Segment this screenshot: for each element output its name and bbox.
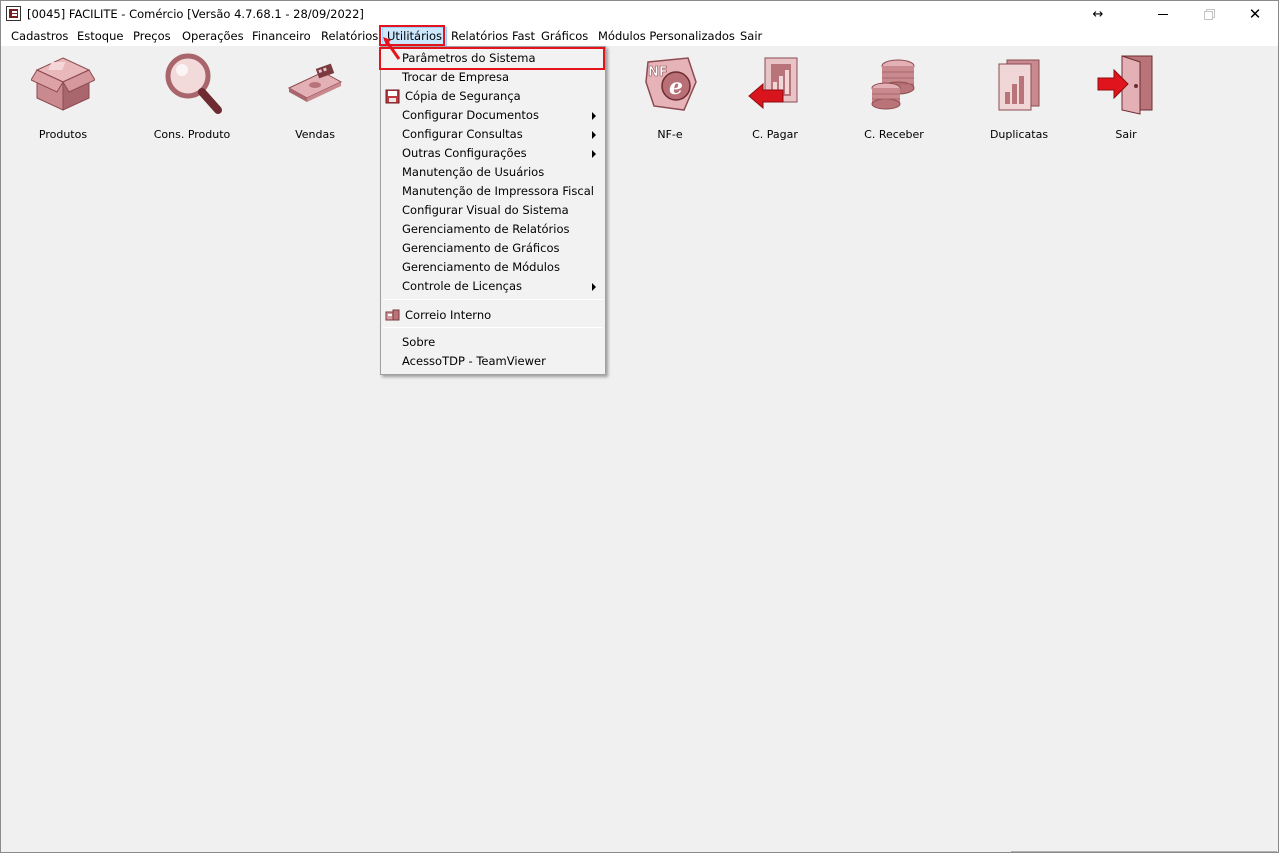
minimize-icon [1158, 13, 1168, 15]
menu-estoque[interactable]: Estoque [77, 27, 123, 46]
toolbar-button-sair[interactable]: Sair [1076, 52, 1176, 142]
toolbar-button-produtos[interactable]: Produtos [13, 52, 113, 142]
toolbar-button-c-pagar[interactable]: C. Pagar [725, 52, 825, 142]
menu-operacoes[interactable]: Operações [182, 27, 244, 46]
payables-icon [748, 57, 798, 110]
menu-precos[interactable]: Preços [133, 27, 171, 46]
menu-item-configurar-visual[interactable]: Configurar Visual do Sistema [381, 201, 605, 220]
status-divider [1011, 851, 1277, 852]
menu-separator [383, 327, 603, 328]
toolbar-button-nfe[interactable]: NF e NF-e [620, 52, 720, 142]
menu-separator [383, 299, 603, 300]
coins-icon [871, 59, 915, 110]
utilitarios-dropdown: Parâmetros do Sistema Trocar de Empresa … [380, 46, 606, 375]
menu-sair[interactable]: Sair [740, 27, 762, 46]
box-icon [31, 57, 95, 111]
menu-graficos[interactable]: Gráficos [541, 27, 588, 46]
menu-item-acessotdp-teamviewer[interactable]: AcessoTDP - TeamViewer [381, 352, 605, 371]
menu-item-sobre[interactable]: Sobre [381, 333, 605, 352]
toolbar-label: Sair [1115, 128, 1137, 141]
menu-item-correio-interno[interactable]: Correio Interno [381, 306, 605, 325]
menu-item-trocar-de-empresa[interactable]: Trocar de Empresa [381, 68, 605, 87]
toolbar-button-vendas[interactable]: Vendas [265, 52, 365, 142]
menu-item-parametros-do-sistema[interactable]: Parâmetros do Sistema [381, 49, 605, 68]
toolbar-button-cons-produto[interactable]: Cons. Produto [142, 52, 242, 142]
close-button[interactable]: ✕ [1232, 1, 1278, 27]
toolbar-label: Cons. Produto [153, 128, 231, 141]
menu-relatorios[interactable]: Relatórios [321, 27, 378, 46]
duplicates-icon [998, 59, 1040, 111]
maximize-button[interactable] [1186, 1, 1232, 27]
money-icon [287, 63, 343, 102]
submenu-arrow-icon [592, 112, 596, 120]
exit-door-icon [1097, 55, 1153, 115]
toolbar-label: C. Pagar [752, 128, 798, 141]
toolbar-label: NF-e [657, 128, 683, 141]
restore-icon [1204, 9, 1215, 20]
toolbar-label: C. Receber [864, 128, 924, 141]
menu-bar: Cadastros Estoque Preços Operações Finan… [1, 27, 1278, 46]
menu-item-manutencao-impressora-fiscal[interactable]: Manutenção de Impressora Fiscal [381, 182, 605, 201]
submenu-arrow-icon [592, 283, 596, 291]
app-logo-icon[interactable] [6, 6, 21, 21]
toolbar-button-duplicatas[interactable]: Duplicatas [969, 52, 1069, 142]
menu-utilitarios[interactable]: Utilitários [382, 27, 448, 46]
menu-item-configurar-consultas[interactable]: Configurar Consultas [381, 125, 605, 144]
title-bar: [0045] FACILITE - Comércio [Versão 4.7.6… [1, 1, 1278, 27]
menu-relatorios-fast[interactable]: Relatórios Fast [451, 27, 535, 46]
resize-arrows-icon: ↔ [1092, 6, 1104, 22]
main-desktop: Produtos Cons. Produto Vendas NF e NF-e … [1, 46, 1278, 852]
menu-item-gerenciamento-relatorios[interactable]: Gerenciamento de Relatórios [381, 220, 605, 239]
mailbox-icon [385, 309, 400, 321]
svg-text:e: e [669, 74, 683, 100]
menu-item-outras-configuracoes[interactable]: Outras Configurações [381, 144, 605, 163]
menu-item-configurar-documentos[interactable]: Configurar Documentos [381, 106, 605, 125]
menu-modulos-personalizados[interactable]: Módulos Personalizados [598, 27, 735, 46]
window-title: [0045] FACILITE - Comércio [Versão 4.7.6… [27, 7, 364, 21]
magnifier-icon [165, 53, 222, 114]
nfe-icon: NF e [645, 57, 697, 111]
toolbar-label: Vendas [295, 128, 335, 141]
toolbar-label: Produtos [38, 128, 88, 141]
menu-item-manutencao-de-usuarios[interactable]: Manutenção de Usuários [381, 163, 605, 182]
minimize-button[interactable] [1140, 1, 1186, 27]
toolbar-button-c-receber[interactable]: C. Receber [844, 52, 944, 142]
menu-item-gerenciamento-graficos[interactable]: Gerenciamento de Gráficos [381, 239, 605, 258]
menu-financeiro[interactable]: Financeiro [252, 27, 311, 46]
menu-cadastros[interactable]: Cadastros [11, 27, 68, 46]
menu-item-controle-de-licencas[interactable]: Controle de Licenças [381, 277, 605, 296]
floppy-disk-icon [385, 89, 400, 104]
toolbar-label: Duplicatas [989, 128, 1049, 141]
submenu-arrow-icon [592, 131, 596, 139]
menu-item-gerenciamento-modulos[interactable]: Gerenciamento de Módulos [381, 258, 605, 277]
submenu-arrow-icon [592, 150, 596, 158]
app-window: [0045] FACILITE - Comércio [Versão 4.7.6… [0, 0, 1279, 853]
menu-item-copia-de-seguranca[interactable]: Cópia de Segurança [381, 87, 605, 106]
